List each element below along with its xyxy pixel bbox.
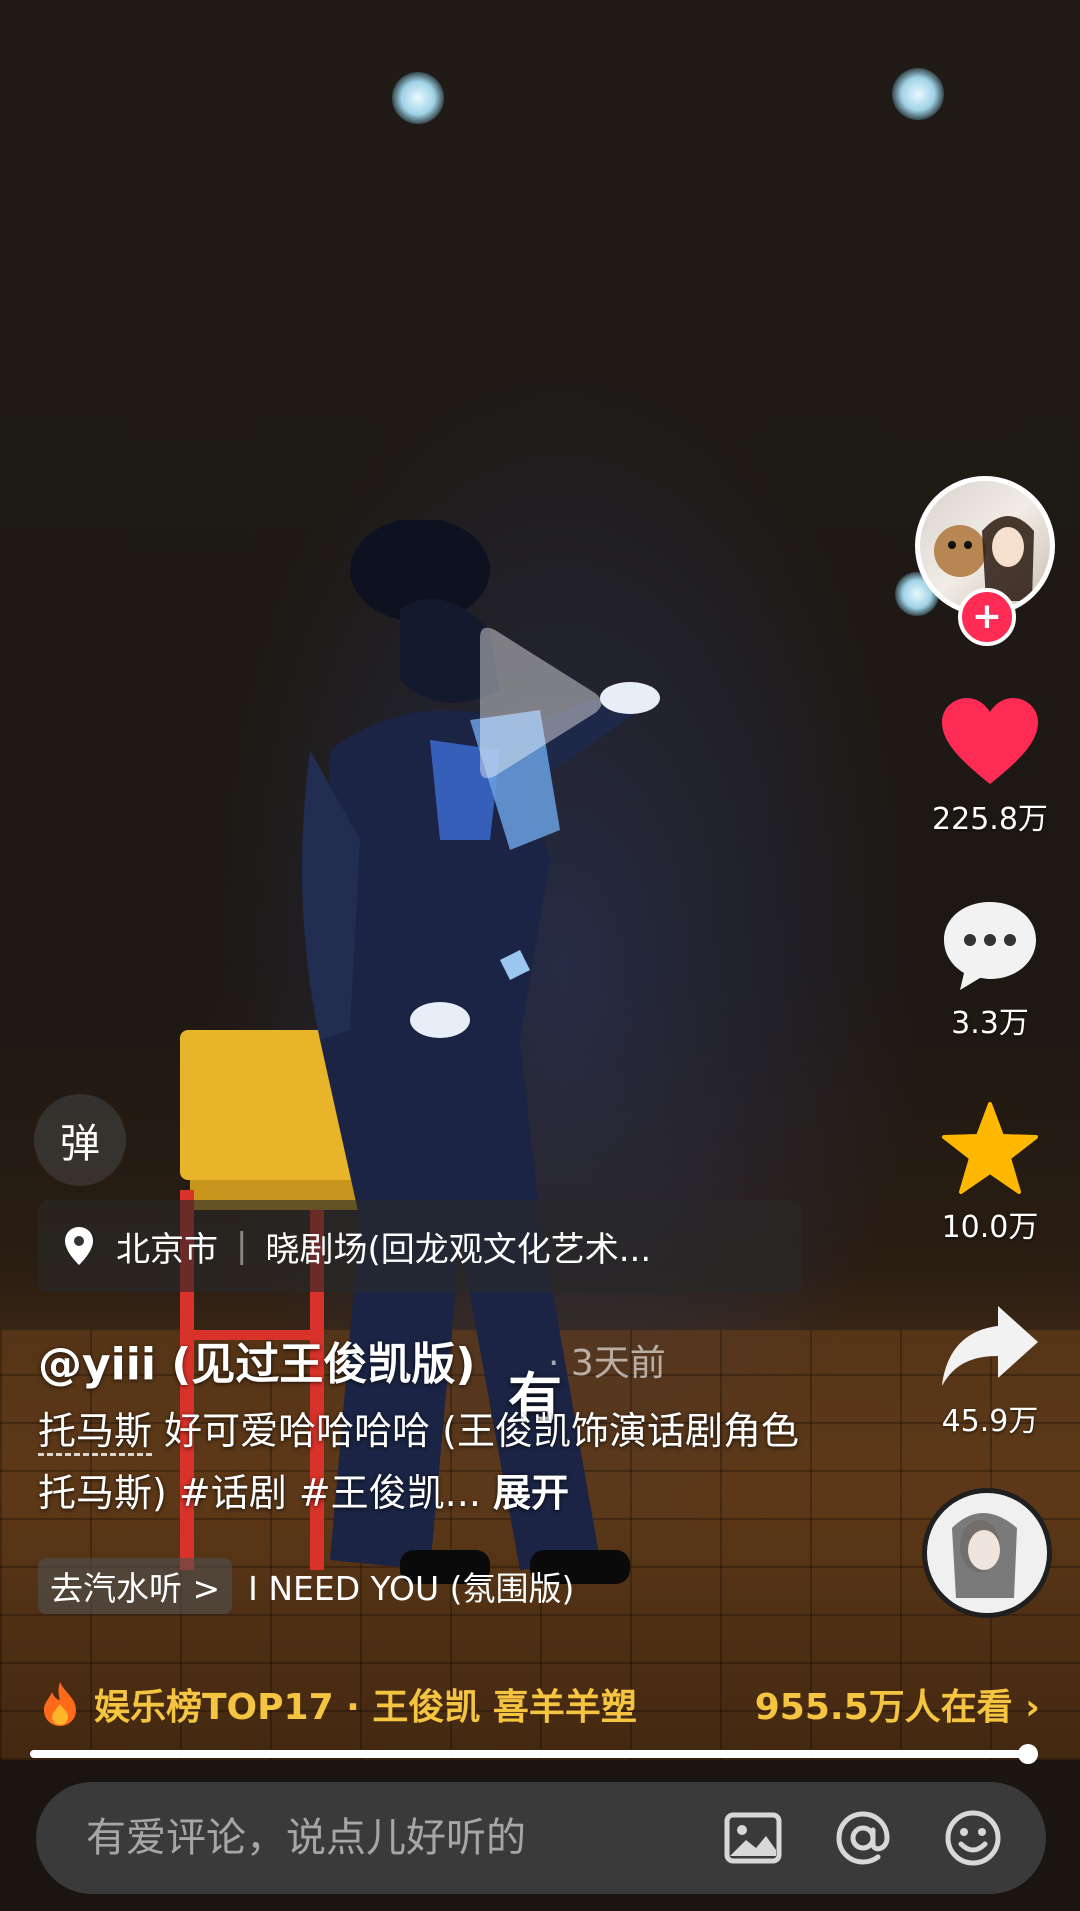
stage-light [392, 72, 444, 124]
emoji-smile-icon [945, 1810, 1001, 1866]
open-in-qishui-button[interactable]: 去汽水听 > [38, 1558, 233, 1614]
comment-button[interactable]: 3.3万 [920, 898, 1060, 1042]
play-icon[interactable] [460, 618, 610, 788]
like-count: 225.8万 [932, 802, 1048, 837]
music-chip[interactable]: 去汽水听 > I NEED YOU (氛围版) [38, 1558, 574, 1614]
comment-bar [36, 1782, 1046, 1894]
song-title: I NEED YOU (氛围版) [248, 1569, 575, 1608]
location-venue: 晓剧场(回龙观文化艺术... [265, 1229, 652, 1270]
location-city: 北京市 [116, 1229, 218, 1270]
mention-button[interactable] [830, 1805, 896, 1871]
favorite-button[interactable]: 10.0万 [920, 1100, 1060, 1246]
danmu-label: 弹 [60, 1121, 100, 1167]
location-separator: | [236, 1226, 248, 1266]
share-count: 45.9万 [941, 1404, 1039, 1439]
watching-count[interactable]: 955.5万人在看 › [755, 1678, 1040, 1730]
comment-bubble-icon [944, 902, 1036, 990]
expand-button[interactable]: 展开 [493, 1471, 569, 1515]
description-keyword-link[interactable]: 托马斯 [38, 1409, 153, 1456]
description-text: 好可爱哈哈哈哈 (王俊凯饰演话剧角色托马斯) #话剧 #王俊凯... [38, 1409, 800, 1515]
post-time: · 3天前 [548, 1343, 666, 1384]
heart-icon [942, 698, 1038, 784]
video-description: 托马斯 好可爱哈哈哈哈 (王俊凯饰演话剧角色托马斯) #话剧 #王俊凯... 展… [38, 1400, 818, 1524]
location-pin-icon [65, 1227, 93, 1265]
image-icon [724, 1812, 782, 1864]
hot-rank-text: 娱乐榜TOP17 · 王俊凯 喜羊羊塑 [94, 1687, 637, 1728]
favorite-count: 10.0万 [941, 1210, 1039, 1245]
danmu-toggle-button[interactable]: 弹 [34, 1094, 126, 1186]
follow-button[interactable]: + [958, 588, 1016, 646]
at-mention-icon [836, 1811, 890, 1865]
comment-count: 3.3万 [951, 1006, 1029, 1041]
hot-rank-bar[interactable]: 娱乐榜TOP17 · 王俊凯 喜羊羊塑 955.5万人在看 › [40, 1676, 1040, 1732]
progress-knob[interactable] [1018, 1744, 1038, 1764]
star-icon [942, 1102, 1038, 1194]
image-picker-button[interactable] [720, 1805, 786, 1871]
author-username[interactable]: @yiii (见过王俊凯版) [38, 1328, 475, 1392]
music-disc[interactable] [922, 1488, 1052, 1618]
comment-input[interactable] [84, 1814, 720, 1862]
location-chip[interactable]: 北京市 | 晓剧场(回龙观文化艺术... [38, 1200, 802, 1292]
progress-fill [30, 1750, 1030, 1758]
fire-icon [44, 1682, 76, 1726]
video-progress-bar[interactable] [30, 1744, 1038, 1764]
stage-light [892, 68, 944, 120]
emoji-button[interactable] [940, 1805, 1006, 1871]
music-disc-cover [927, 1493, 1047, 1613]
share-arrow-icon [942, 1306, 1038, 1386]
share-button[interactable]: 45.9万 [920, 1302, 1060, 1440]
like-button[interactable]: 225.8万 [920, 696, 1060, 838]
